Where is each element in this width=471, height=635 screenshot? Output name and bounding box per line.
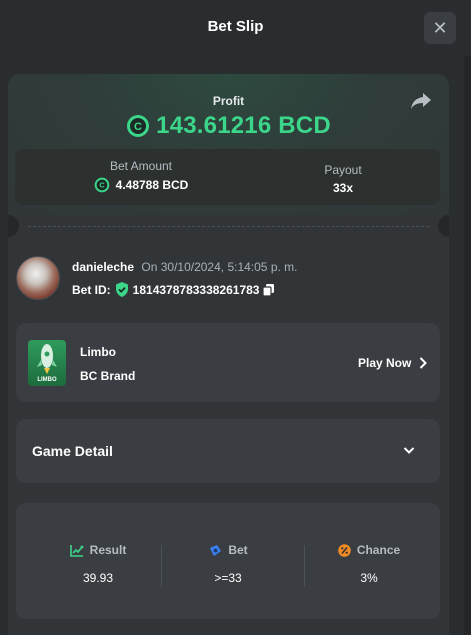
- stat-chance-label: Chance: [356, 543, 401, 557]
- modal-header: Bet Slip ✕: [0, 0, 471, 56]
- stat-divider: [161, 545, 162, 587]
- game-detail-accordion[interactable]: Game Detail: [16, 419, 440, 483]
- game-detail-title: Game Detail: [32, 443, 113, 459]
- profit-amount: 143.61216 BCD: [156, 112, 331, 139]
- verified-shield-icon: [115, 282, 128, 297]
- thumb-text: LIMBO: [37, 377, 57, 383]
- stat-bet: Bet >=33: [168, 543, 288, 585]
- username[interactable]: danieleche: [72, 260, 134, 274]
- stat-bet-value: >=33: [214, 571, 242, 585]
- stat-chance: Chance 3%: [309, 543, 429, 585]
- profit-value-row: C 143.61216 BCD: [8, 112, 449, 140]
- user-row: danieleche On 30/10/2024, 5:14:05 p. m. …: [16, 250, 436, 300]
- payout-value: 33x: [332, 181, 354, 195]
- close-icon: ✕: [432, 17, 448, 38]
- ticket-notch-right: [438, 215, 449, 237]
- bet-id-value: 1814378783338261783: [132, 282, 260, 297]
- svg-text:C: C: [134, 121, 142, 133]
- copy-icon[interactable]: [263, 283, 275, 296]
- bet-date: On 30/10/2024, 5:14:05 p. m.: [141, 260, 298, 274]
- game-brand: BC Brand: [80, 369, 136, 383]
- profit-panel: Profit C 143.61216 BCD Bet Amount C 4.48…: [8, 74, 449, 215]
- avatar[interactable]: [16, 256, 60, 300]
- bet-summary-box: Bet Amount C 4.48788 BCD Payout 33x: [15, 149, 440, 205]
- modal-title: Bet Slip: [207, 18, 264, 35]
- payout-block: Payout 33x: [283, 163, 403, 195]
- stat-result-value: 39.93: [82, 571, 114, 585]
- stat-divider: [304, 545, 305, 587]
- rocket-icon: LIMBO: [37, 344, 57, 383]
- game-name: Limbo: [80, 345, 116, 359]
- user-info: danieleche On 30/10/2024, 5:14:05 p. m.: [72, 260, 298, 274]
- chevron-right-icon: [420, 357, 428, 369]
- chevron-down-icon: [403, 447, 415, 454]
- bet-slip-modal: Bet Slip ✕ Profit C 143.61216 BCD Bet Am: [0, 0, 471, 635]
- chart-up-icon: [69, 544, 84, 557]
- chip-icon: [210, 544, 222, 556]
- payout-label: Payout: [324, 163, 362, 177]
- percent-icon: [338, 543, 351, 557]
- close-button[interactable]: ✕: [424, 12, 456, 44]
- bcd-coin-icon: C: [127, 115, 150, 137]
- stat-chance-value: 3%: [360, 571, 378, 585]
- bet-amount-label: Bet Amount: [109, 159, 173, 173]
- bet-amount-row: C 4.48788 BCD: [81, 177, 201, 193]
- play-now-button[interactable]: Play Now: [358, 356, 428, 370]
- svg-text:C: C: [99, 181, 105, 190]
- stat-bet-label: Bet: [228, 543, 248, 557]
- play-now-label: Play Now: [358, 356, 412, 370]
- share-icon[interactable]: [410, 92, 432, 110]
- bet-amount-block: Bet Amount C 4.48788 BCD: [81, 159, 201, 193]
- ticket-notch-left: [8, 215, 19, 237]
- game-card: LIMBO Limbo BC Brand Play Now: [16, 323, 440, 402]
- scrollbar[interactable]: [464, 56, 471, 635]
- game-thumbnail[interactable]: LIMBO: [28, 340, 66, 386]
- bet-slip-content: Profit C 143.61216 BCD Bet Amount C 4.48…: [8, 74, 449, 635]
- stat-result-head: Result: [38, 543, 158, 557]
- stat-chance-head: Chance: [309, 543, 429, 557]
- stat-result-label: Result: [89, 543, 127, 557]
- profit-label: Profit: [212, 94, 245, 108]
- bcd-coin-icon: C: [94, 177, 109, 193]
- stat-bet-head: Bet: [168, 543, 288, 557]
- bet-id-label: Bet ID:: [72, 282, 111, 297]
- bet-amount-value: 4.48788 BCD: [115, 178, 189, 192]
- ticket-divider: [28, 226, 429, 227]
- stats-card: Result 39.93 Bet >=33 Chance 3%: [16, 503, 440, 619]
- stat-result: Result 39.93: [38, 543, 158, 585]
- bet-id-row: Bet ID: 1814378783338261783: [72, 282, 275, 297]
